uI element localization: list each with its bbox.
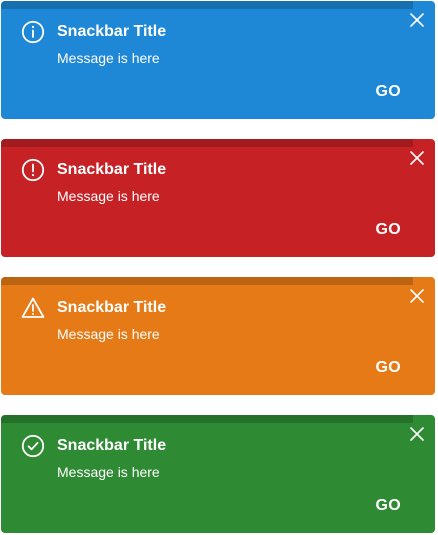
progress-bar	[1, 415, 414, 423]
go-button[interactable]: GO	[376, 82, 402, 102]
progress-bar	[1, 139, 414, 147]
check-circle-icon	[21, 434, 45, 458]
close-icon[interactable]	[409, 150, 425, 166]
warning-triangle-icon	[21, 296, 45, 320]
snackbar-message: Message is here	[57, 464, 160, 480]
close-icon[interactable]	[409, 288, 425, 304]
exclamation-circle-icon	[21, 158, 45, 182]
snackbar-info: Snackbar Title Message is here GO	[1, 1, 435, 119]
go-button[interactable]: GO	[376, 496, 402, 516]
snackbar-title: Snackbar Title	[57, 437, 167, 454]
snackbar-message: Message is here	[57, 326, 160, 342]
go-button[interactable]: GO	[376, 358, 402, 378]
snackbar-message: Message is here	[57, 188, 160, 204]
close-icon[interactable]	[409, 12, 425, 28]
progress-bar	[1, 277, 414, 285]
snackbar-title: Snackbar Title	[57, 161, 167, 178]
close-icon[interactable]	[409, 426, 425, 442]
snackbar-title: Snackbar Title	[57, 299, 167, 316]
snackbar-stack: Snackbar Title Message is here GO Snackb…	[0, 0, 438, 535]
go-button[interactable]: GO	[376, 220, 402, 240]
snackbar-error: Snackbar Title Message is here GO	[1, 139, 435, 257]
snackbar-warning: Snackbar Title Message is here GO	[1, 277, 435, 395]
snackbar-success: Snackbar Title Message is here GO	[1, 415, 435, 533]
snackbar-message: Message is here	[57, 50, 160, 66]
info-circle-icon	[21, 20, 45, 44]
snackbar-title: Snackbar Title	[57, 23, 167, 40]
progress-bar	[1, 1, 414, 9]
